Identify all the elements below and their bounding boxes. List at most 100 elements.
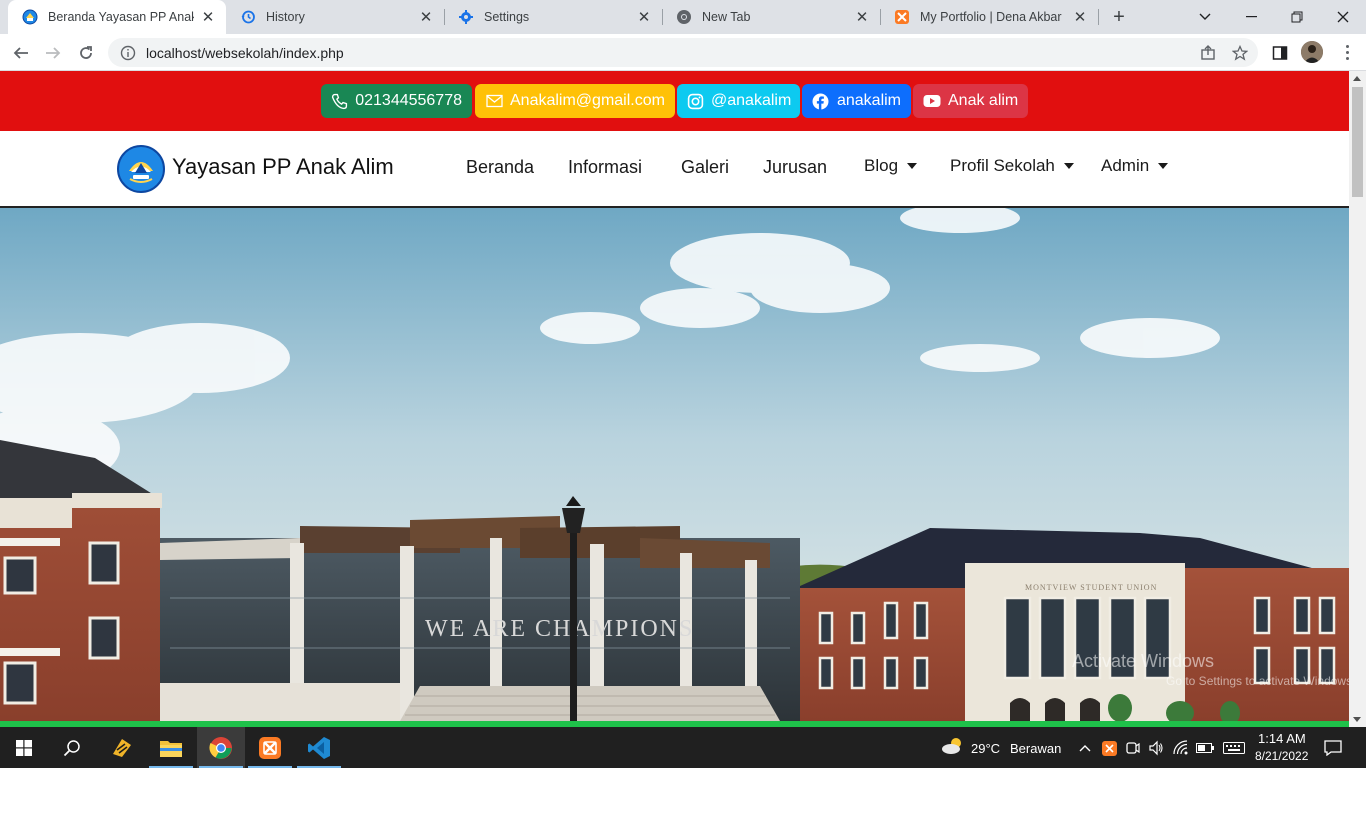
instagram-handle: @anakalim xyxy=(711,92,792,109)
window-close-icon[interactable] xyxy=(1320,0,1366,34)
keyboard-input-icon[interactable] xyxy=(1222,739,1246,757)
clock-date[interactable]: 8/21/2022 xyxy=(1255,749,1308,763)
activation-title: Activate Windows xyxy=(1072,651,1215,671)
windows-activation-watermark: Activate Windows Go to Settings to activ… xyxy=(1072,651,1349,688)
tab-beranda[interactable]: Beranda Yayasan PP Anak Alim ✕ xyxy=(8,0,226,34)
nav-blog-dropdown[interactable]: Blog xyxy=(864,156,918,176)
file-explorer-icon[interactable] xyxy=(147,727,195,768)
scroll-down-arrow-icon[interactable] xyxy=(1353,717,1361,722)
xampp-taskbar-icon[interactable] xyxy=(246,727,294,768)
url-text: localhost/websekolah/index.php xyxy=(146,44,344,61)
instagram-icon xyxy=(687,92,704,110)
phone-icon xyxy=(331,92,348,110)
search-icon[interactable] xyxy=(48,727,96,768)
nav-informasi[interactable]: Informasi xyxy=(568,157,642,178)
phone-number: 021344556778 xyxy=(355,92,462,109)
profile-avatar[interactable] xyxy=(1301,41,1323,63)
xampp-tray-icon[interactable] xyxy=(1100,739,1118,757)
side-panel-icon[interactable] xyxy=(1266,39,1294,67)
nav-galeri[interactable]: Galeri xyxy=(681,157,729,178)
address-bar[interactable]: localhost/websekolah/index.php xyxy=(108,38,1258,67)
hero-banner-image: WE ARE CHAMPIONS MONTVIEW STUDENT UNION xyxy=(0,208,1349,721)
facebook-button[interactable]: anakalim xyxy=(802,84,911,118)
facebook-icon xyxy=(812,92,830,110)
close-tab-icon[interactable]: ✕ xyxy=(200,9,216,26)
back-arrow-icon[interactable] xyxy=(7,39,35,67)
youtube-icon xyxy=(923,92,941,110)
tab-title: New Tab xyxy=(702,10,751,24)
tab-history[interactable]: History ✕ xyxy=(226,0,444,34)
forward-arrow-icon[interactable] xyxy=(39,39,67,67)
contact-bar: 021344556778 Anakalim@gmail.com @anakali… xyxy=(0,71,1349,131)
browser-menu-icon[interactable] xyxy=(1336,41,1358,63)
close-tab-icon[interactable]: ✕ xyxy=(418,9,434,26)
weather-temperature[interactable]: 29°C xyxy=(971,741,1000,756)
windows-taskbar: 29°C Berawan 1:14 AM 8/21/2022 xyxy=(0,727,1366,768)
pinned-app-icon[interactable] xyxy=(98,727,146,768)
share-icon[interactable] xyxy=(1194,39,1222,67)
main-navbar: Yayasan PP Anak Alim Beranda Informasi G… xyxy=(0,131,1349,208)
tab-portfolio[interactable]: My Portfolio | Dena Akbar Kh ✕ xyxy=(880,0,1098,34)
nav-jurusan[interactable]: Jurusan xyxy=(763,157,827,178)
empty-screen-area xyxy=(0,768,1366,836)
nav-admin-dropdown[interactable]: Admin xyxy=(1101,156,1169,176)
activation-subtitle: Go to Settings to activate Windows. xyxy=(1166,674,1349,688)
tab-settings[interactable]: Settings ✕ xyxy=(444,0,662,34)
youtube-channel: Anak alim xyxy=(948,92,1019,109)
nav-beranda[interactable]: Beranda xyxy=(466,157,534,178)
weather-cloudy-icon[interactable] xyxy=(941,737,965,755)
wifi-icon[interactable] xyxy=(1172,739,1190,757)
tab-search-chevron-icon[interactable] xyxy=(1182,0,1228,34)
xampp-icon xyxy=(894,9,910,25)
caret-down-icon xyxy=(1158,163,1169,169)
student-union-signage: MONTVIEW STUDENT UNION xyxy=(1025,583,1157,592)
phone-button[interactable]: 021344556778 xyxy=(321,84,472,118)
envelope-icon xyxy=(485,92,503,110)
nav-profil-sekolah-dropdown[interactable]: Profil Sekolah xyxy=(950,156,1074,176)
restore-icon[interactable] xyxy=(1274,0,1320,34)
youtube-button[interactable]: Anak alim xyxy=(913,84,1028,118)
tab-new-tab[interactable]: New Tab ✕ xyxy=(662,0,880,34)
reload-icon[interactable] xyxy=(72,39,100,67)
close-tab-icon[interactable]: ✕ xyxy=(854,9,870,26)
browser-tab-strip: Beranda Yayasan PP Anak Alim ✕ History ✕… xyxy=(0,0,1366,34)
browser-toolbar: localhost/websekolah/index.php xyxy=(0,34,1366,71)
nav-admin-label: Admin xyxy=(1101,156,1150,175)
settings-gear-icon xyxy=(458,9,474,25)
nav-profil-sekolah-label: Profil Sekolah xyxy=(950,156,1055,175)
bookmark-star-icon[interactable] xyxy=(1226,39,1254,67)
page-viewport: 021344556778 Anakalim@gmail.com @anakali… xyxy=(0,71,1349,727)
notification-center-icon[interactable] xyxy=(1323,739,1343,757)
school-favicon-icon xyxy=(22,9,38,25)
site-info-icon[interactable] xyxy=(120,45,136,61)
meet-now-icon[interactable] xyxy=(1124,739,1142,757)
windows-start-icon[interactable] xyxy=(0,727,48,768)
vscode-taskbar-icon[interactable] xyxy=(295,727,343,768)
show-hidden-icons-chevron-icon[interactable] xyxy=(1076,739,1094,757)
instagram-button[interactable]: @anakalim xyxy=(677,84,800,118)
caret-down-icon xyxy=(1063,163,1074,169)
email-address: Anakalim@gmail.com xyxy=(510,92,665,109)
battery-icon[interactable] xyxy=(1196,739,1214,757)
caret-down-icon xyxy=(907,163,918,169)
tab-title: Beranda Yayasan PP Anak Alim xyxy=(48,10,194,24)
email-button[interactable]: Anakalim@gmail.com xyxy=(475,84,675,118)
new-tab-plus-icon[interactable]: + xyxy=(1108,6,1130,28)
tab-title: History xyxy=(266,10,305,24)
close-tab-icon[interactable]: ✕ xyxy=(636,9,652,26)
volume-icon[interactable] xyxy=(1147,739,1165,757)
scroll-up-arrow-icon[interactable] xyxy=(1353,76,1361,81)
tab-title: My Portfolio | Dena Akbar Kh xyxy=(920,10,1066,24)
close-tab-icon[interactable]: ✕ xyxy=(1072,9,1088,26)
tut-wuri-handayani-logo[interactable] xyxy=(117,145,165,193)
clock-time[interactable]: 1:14 AM xyxy=(1258,731,1306,746)
minimize-icon[interactable] xyxy=(1228,0,1274,34)
site-brand-name[interactable]: Yayasan PP Anak Alim xyxy=(172,154,394,180)
chrome-taskbar-icon[interactable] xyxy=(197,727,245,768)
weather-condition[interactable]: Berawan xyxy=(1010,741,1061,756)
facebook-name: anakalim xyxy=(836,92,901,109)
scrollbar-thumb[interactable] xyxy=(1352,87,1363,197)
chrome-icon xyxy=(676,9,692,25)
history-icon xyxy=(240,9,256,25)
page-scrollbar[interactable] xyxy=(1349,71,1366,727)
